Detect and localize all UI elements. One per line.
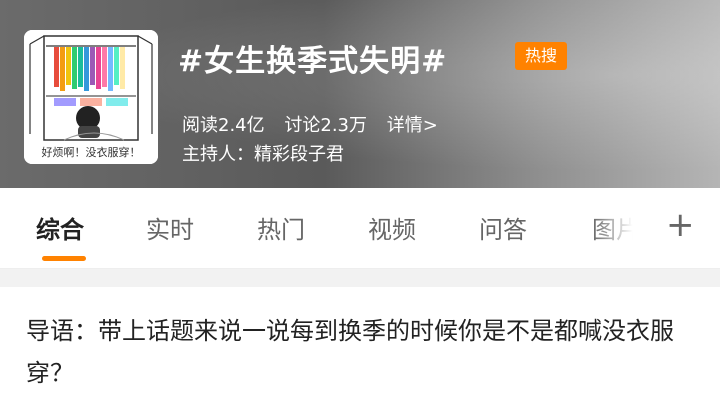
thumbnail-caption: 好烦啊！没衣服穿！ — [34, 142, 148, 164]
topic-title: #女生换季式失明# — [178, 44, 448, 79]
details-link[interactable]: 详情> — [387, 115, 438, 136]
section-divider — [0, 269, 720, 287]
tab-comprehensive[interactable]: 综合 — [36, 210, 84, 245]
read-count: 阅读2.4亿 — [182, 115, 265, 136]
tab-popular[interactable]: 热门 — [257, 210, 305, 245]
tab-video[interactable]: 视频 — [368, 210, 416, 245]
tab-realtime[interactable]: 实时 — [146, 210, 194, 245]
tab-qa[interactable]: 问答 — [479, 210, 527, 245]
discussion-count: 讨论2.3万 — [284, 115, 368, 136]
topic-intro: 导语：带上话题来说一说每到换季的时候你是不是都喊没衣服穿？ — [26, 317, 674, 387]
hot-search-badge: 热搜 — [515, 42, 567, 70]
topic-host[interactable]: 主持人：精彩段子君 — [182, 140, 344, 166]
add-tab-icon[interactable]: + — [666, 205, 695, 245]
topic-thumbnail[interactable]: 好烦啊！没衣服穿！ — [24, 30, 158, 164]
tab-overflow-fade — [592, 210, 650, 250]
topic-stats: 阅读2.4亿 讨论2.3万 详情> — [182, 111, 452, 137]
active-tab-indicator — [42, 256, 86, 261]
